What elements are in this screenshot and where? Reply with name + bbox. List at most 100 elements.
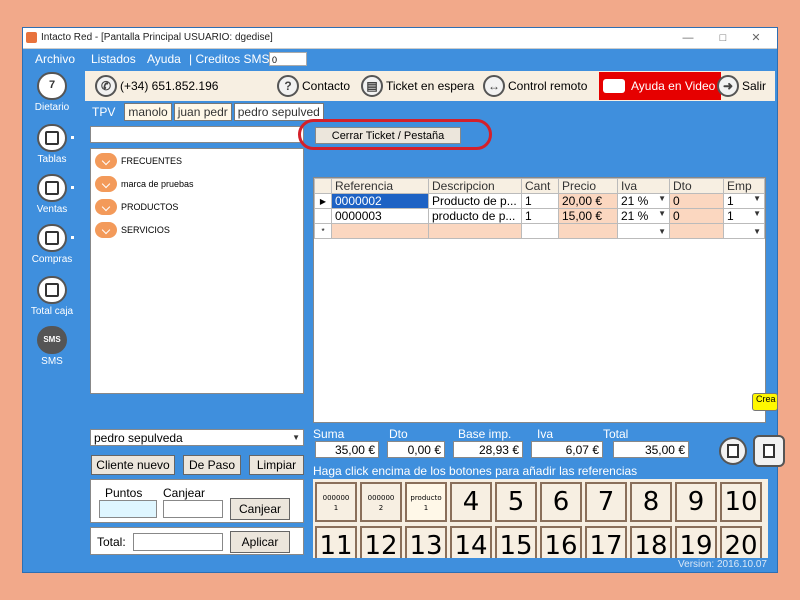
canjear-field[interactable] [163, 500, 223, 518]
col-referencia[interactable]: Referencia [331, 178, 429, 194]
category-item[interactable]: FRECUENTES [95, 152, 182, 170]
table-row-new[interactable]: * ▼ ▼ [314, 223, 765, 239]
sidebar-item-label: Ventas [36, 204, 68, 215]
receipt-icon[interactable] [719, 437, 747, 465]
app-window: Intacto Red - [Pantalla Principal USUARI… [22, 27, 785, 573]
sidebar-item-label: Total caja [30, 306, 74, 317]
table-row[interactable]: 0000003 producto de p... 1 15,00 € 21 % ▼… [314, 208, 765, 224]
sidebar-item-total-caja[interactable]: Total caja [27, 276, 77, 317]
cell-referencia[interactable] [331, 223, 429, 239]
minimize-icon[interactable]: — [673, 30, 703, 46]
cell-descripcion[interactable] [428, 223, 522, 239]
col-dto[interactable]: Dto [669, 178, 724, 194]
puntos-field[interactable] [99, 500, 157, 518]
keypad-key[interactable]: 10 [720, 482, 762, 522]
chevron-down-icon: ▼ [658, 194, 666, 204]
keypad-key[interactable]: 6 [540, 482, 582, 522]
tab-tpv[interactable]: TPV [85, 103, 123, 121]
video-camera-icon [603, 79, 625, 93]
category-item[interactable]: PRODUCTOS [95, 198, 178, 216]
sidebar-item-label: Tablas [37, 154, 67, 165]
col-emp[interactable]: Emp [723, 178, 765, 194]
sidebar-item-ventas[interactable]: Ventas [27, 174, 77, 215]
crea-tooltip: Crea [752, 393, 778, 411]
document-icon: ▤ [361, 75, 383, 97]
menu-ayuda[interactable]: Ayuda [147, 52, 181, 66]
keypad: 000000 1 000000 2 producto 1 4 5 6 7 8 9 10… [313, 479, 768, 567]
iva-value: 6,07 € [531, 441, 603, 458]
cell-dto[interactable]: 0 [669, 193, 724, 209]
keypad-key-product[interactable]: 000000 1 [315, 482, 357, 522]
category-item[interactable]: SERVICIOS [95, 221, 170, 239]
ticket-espera-button[interactable]: ▤ Ticket en espera [361, 74, 474, 98]
cliente-nuevo-button[interactable]: Cliente nuevo [91, 455, 175, 475]
cell-emp[interactable]: 1 ▼ [723, 193, 765, 209]
dto-value: 0,00 € [387, 441, 445, 458]
ticket-tabs: TPV manolo juan pedr pedro sepulved [85, 103, 326, 121]
total-field[interactable] [133, 533, 223, 551]
contacto-button[interactable]: ? Contacto [277, 74, 350, 98]
sidebar-item-tablas[interactable]: Tablas [27, 124, 77, 165]
cell-referencia[interactable]: 0000003 [331, 208, 429, 224]
menu-archivo[interactable]: Archivo [35, 52, 75, 66]
cell-precio[interactable]: 20,00 € [558, 193, 618, 209]
menu-listados[interactable]: Listados [91, 52, 136, 66]
chevron-down-icon: ▼ [753, 209, 761, 219]
cell-dto[interactable]: 0 [669, 208, 724, 224]
salir-button[interactable]: ➜ Salir [717, 74, 766, 98]
clipboard-icon [37, 224, 67, 252]
cell-iva[interactable]: 21 % ▼ [617, 193, 670, 209]
cell-emp[interactable]: 1 ▼ [723, 208, 765, 224]
sidebar-item-compras[interactable]: Compras [27, 224, 77, 265]
cell-emp[interactable]: ▼ [723, 223, 765, 239]
tab-juan-pedr[interactable]: juan pedr [173, 103, 232, 121]
ayuda-video-button[interactable]: Ayuda en Video [599, 72, 722, 100]
cell-referencia[interactable]: 0000002 [331, 193, 429, 209]
category-item[interactable]: marca de pruebas [95, 175, 194, 193]
cell-cant[interactable] [521, 223, 559, 239]
sms-credit-box: 0 [269, 52, 307, 66]
close-icon[interactable]: ✕ [741, 30, 771, 46]
keypad-key[interactable]: 7 [585, 482, 627, 522]
col-iva[interactable]: Iva [617, 178, 670, 194]
table-row[interactable]: ▶ 0000002 Producto de p... 1 20,00 € 21 … [314, 193, 765, 209]
document-icon[interactable] [753, 435, 785, 467]
chevron-down-icon: ▼ [753, 226, 761, 236]
tab-manolo[interactable]: manolo [124, 103, 172, 121]
col-cant[interactable]: Cant [521, 178, 559, 194]
col-precio[interactable]: Precio [558, 178, 618, 194]
aplicar-button[interactable]: Aplicar [230, 531, 290, 553]
cell-descripcion[interactable]: producto de p... [428, 208, 522, 224]
phone-button[interactable]: ✆ (+34) 651.852.196 [95, 74, 218, 98]
limpiar-button[interactable]: Limpiar [249, 455, 304, 475]
keypad-key[interactable]: 5 [495, 482, 537, 522]
sidebar-item-sms[interactable]: SMS SMS [27, 326, 77, 367]
new-row-marker: * [314, 223, 332, 239]
phone-icon: ✆ [95, 75, 117, 97]
cell-descripcion[interactable]: Producto de p... [428, 193, 522, 209]
col-descripcion[interactable]: Descripcion [428, 178, 522, 194]
sidebar-item-dietario[interactable]: 7 Dietario [27, 72, 77, 113]
cell-precio[interactable]: 15,00 € [558, 208, 618, 224]
keypad-key[interactable]: 4 [450, 482, 492, 522]
keypad-key[interactable]: 8 [630, 482, 672, 522]
canjear-button[interactable]: Canjear [230, 498, 290, 520]
cell-iva[interactable]: ▼ [617, 223, 670, 239]
chevron-down-icon [95, 199, 117, 215]
cell-iva[interactable]: 21 % ▼ [617, 208, 670, 224]
maximize-icon[interactable]: □ [708, 30, 738, 46]
cell-cant[interactable]: 1 [521, 193, 559, 209]
menu-creditos-sms: | Creditos SMS [189, 52, 270, 66]
customer-select[interactable]: pedro sepulveda ▼ [90, 429, 304, 446]
control-remoto-button[interactable]: ↔ Control remoto [483, 74, 587, 98]
search-input[interactable] [90, 126, 304, 143]
keypad-key[interactable]: 9 [675, 482, 717, 522]
cell-precio[interactable] [558, 223, 618, 239]
keypad-key-product[interactable]: 000000 2 [360, 482, 402, 522]
de-paso-button[interactable]: De Paso [183, 455, 241, 475]
total-label: Total: [97, 535, 126, 549]
cell-dto[interactable] [669, 223, 724, 239]
cell-cant[interactable]: 1 [521, 208, 559, 224]
keypad-key-product[interactable]: producto 1 [405, 482, 447, 522]
keypad-hint: Haga click encima de los botones para añ… [313, 464, 638, 478]
